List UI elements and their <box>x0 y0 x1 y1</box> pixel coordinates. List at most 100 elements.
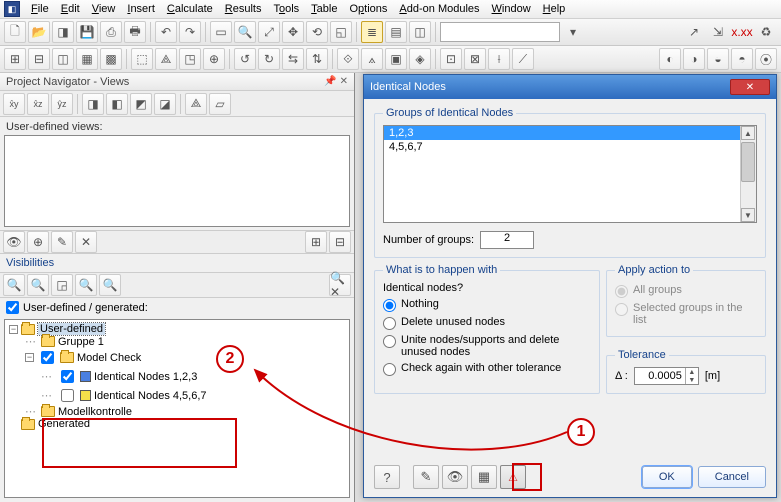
tb2-h-icon[interactable]: ◳ <box>179 48 201 70</box>
scroll-thumb[interactable] <box>741 142 755 182</box>
tree-generated[interactable]: − Generated <box>9 418 345 430</box>
opt-unite-radio[interactable] <box>383 335 396 348</box>
scrollbar[interactable]: ▲ ▼ <box>740 126 756 222</box>
tb2-z-icon[interactable]: ⦿ <box>755 48 777 70</box>
view-persp-icon[interactable]: ⟁ <box>185 93 207 115</box>
dbtn-create-visibility-icon[interactable]: ⚠ <box>500 465 526 489</box>
menu-addon[interactable]: Add-on Modules <box>394 2 484 16</box>
tb-redo-icon[interactable]: ↷ <box>179 21 201 43</box>
tb2-f-icon[interactable]: ⬚ <box>131 48 153 70</box>
view-iso1-icon[interactable]: ◨ <box>82 93 104 115</box>
tb-view2-icon[interactable]: ▤ <box>385 21 407 43</box>
opt-checkagain-radio[interactable] <box>383 363 396 376</box>
vis-a-icon[interactable]: 🔍 <box>3 274 25 296</box>
tb-zoomext-icon[interactable]: ⤢ <box>258 21 280 43</box>
help-icon[interactable]: ? <box>374 465 400 489</box>
tb-pan-icon[interactable]: ✥ <box>282 21 304 43</box>
tb2-y-icon[interactable]: ◓ <box>731 48 753 70</box>
spin-up-icon[interactable]: ▲ <box>685 368 698 376</box>
tree-id4567[interactable]: ⋯ Identical Nodes 4,5,6,7 <box>9 386 345 405</box>
dbtn-a-icon[interactable]: ✎ <box>413 465 439 489</box>
tb-zoomwin-icon[interactable]: 🔍 <box>234 21 256 43</box>
view-iso2-icon[interactable]: ◧ <box>106 93 128 115</box>
scroll-down-icon[interactable]: ▼ <box>741 208 755 222</box>
tb2-t-icon[interactable]: ⟊ <box>488 48 510 70</box>
menu-options[interactable]: Options <box>344 2 392 16</box>
tb2-l-icon[interactable]: ⇆ <box>282 48 304 70</box>
vis-f-icon[interactable]: 🔍✕ <box>329 274 351 296</box>
view-xz-icon[interactable]: x̂z <box>27 93 49 115</box>
ok-button[interactable]: OK <box>642 466 692 488</box>
vt2-a-icon[interactable]: 👁 <box>3 231 25 253</box>
tb-select-icon[interactable]: ▭ <box>210 21 232 43</box>
tb-cube-icon[interactable]: ◨ <box>52 21 74 43</box>
tb-right1-icon[interactable]: ↗ <box>683 21 705 43</box>
tree-root[interactable]: − User-defined <box>9 323 345 335</box>
menu-view[interactable]: View <box>87 2 121 16</box>
tb-print-icon[interactable]: 🖶 <box>124 21 146 43</box>
dbtn-c-icon[interactable]: ▦ <box>471 465 497 489</box>
groups-listbox[interactable]: 1,2,3 4,5,6,7 ▲ ▼ <box>383 125 757 223</box>
view-xy-icon[interactable]: x̂y <box>3 93 25 115</box>
scroll-up-icon[interactable]: ▲ <box>741 126 755 140</box>
view-yz-icon[interactable]: ŷz <box>51 93 73 115</box>
tb-dd-icon[interactable]: ▾ <box>562 21 584 43</box>
tb-right4-icon[interactable]: ♻ <box>755 21 777 43</box>
tb-open-icon[interactable]: 📂 <box>28 21 50 43</box>
tb2-o-icon[interactable]: ⟑ <box>361 48 383 70</box>
opt-nothing-radio[interactable] <box>383 299 396 312</box>
tb2-g-icon[interactable]: ⟁ <box>155 48 177 70</box>
tree-id123[interactable]: ⋯ Identical Nodes 1,2,3 <box>9 367 345 386</box>
tol-spinner[interactable]: ▲▼ <box>634 367 699 385</box>
opt-unite-row[interactable]: Unite nodes/supports and delete unused n… <box>383 332 591 360</box>
menu-window[interactable]: Window <box>487 2 536 16</box>
tol-input[interactable] <box>635 370 685 382</box>
opt-delete-radio[interactable] <box>383 317 396 330</box>
opt-delete-row[interactable]: Delete unused nodes <box>383 314 591 332</box>
tb-rotate-icon[interactable]: ⟲ <box>306 21 328 43</box>
close-icon[interactable]: ✕ <box>730 79 770 95</box>
tb-combo[interactable] <box>440 22 560 42</box>
user-views-list[interactable] <box>4 135 350 227</box>
menu-calculate[interactable]: Calculate <box>162 2 218 16</box>
tb2-w-icon[interactable]: ◑ <box>683 48 705 70</box>
tb2-s-icon[interactable]: ⊠ <box>464 48 486 70</box>
tb2-k-icon[interactable]: ↻ <box>258 48 280 70</box>
tb2-u-icon[interactable]: ⟋ <box>512 48 534 70</box>
tb2-x-icon[interactable]: ◒ <box>707 48 729 70</box>
list-item[interactable]: 4,5,6,7 <box>384 140 756 154</box>
vt2-b-icon[interactable]: ⊕ <box>27 231 49 253</box>
spin-down-icon[interactable]: ▼ <box>685 376 698 384</box>
menu-table[interactable]: Table <box>306 2 342 16</box>
tb-right2-icon[interactable]: ⇲ <box>707 21 729 43</box>
expander-icon[interactable]: − <box>9 325 18 334</box>
tb2-n-icon[interactable]: ⟐ <box>337 48 359 70</box>
vt2-e-icon[interactable]: ⊞ <box>305 231 327 253</box>
view-ortho-icon[interactable]: ▱ <box>209 93 231 115</box>
tb2-i-icon[interactable]: ⊕ <box>203 48 225 70</box>
dialog-titlebar[interactable]: Identical Nodes ✕ <box>364 75 776 99</box>
vt2-f-icon[interactable]: ⊟ <box>329 231 351 253</box>
menu-results[interactable]: Results <box>220 2 267 16</box>
tb2-d-icon[interactable]: ▦ <box>76 48 98 70</box>
expander-icon[interactable]: − <box>25 353 34 362</box>
tree-modelcheck-chk[interactable] <box>41 351 54 364</box>
list-item[interactable]: 1,2,3 <box>384 126 756 140</box>
menu-help[interactable]: Help <box>538 2 571 16</box>
tb-view1-icon[interactable]: ≣ <box>361 21 383 43</box>
cancel-button[interactable]: Cancel <box>698 466 766 488</box>
usergen-checkbox[interactable] <box>6 301 19 314</box>
tb2-e-icon[interactable]: ▩ <box>100 48 122 70</box>
tb-save-icon[interactable]: 💾 <box>76 21 98 43</box>
view-iso3-icon[interactable]: ◩ <box>130 93 152 115</box>
vis-e-icon[interactable]: 🔍 <box>99 274 121 296</box>
tb2-j-icon[interactable]: ↺ <box>234 48 256 70</box>
tb2-a-icon[interactable]: ⊞ <box>4 48 26 70</box>
vt2-d-icon[interactable]: ✕ <box>75 231 97 253</box>
tree-modellkontrolle[interactable]: ⋯ Modellkontrolle <box>9 405 345 418</box>
tb-saveall-icon[interactable]: ⎙ <box>100 21 122 43</box>
tree-modelcheck[interactable]: − Model Check <box>9 348 345 367</box>
vis-c-icon[interactable]: ◲ <box>51 274 73 296</box>
tb2-c-icon[interactable]: ◫ <box>52 48 74 70</box>
vt2-c-icon[interactable]: ✎ <box>51 231 73 253</box>
